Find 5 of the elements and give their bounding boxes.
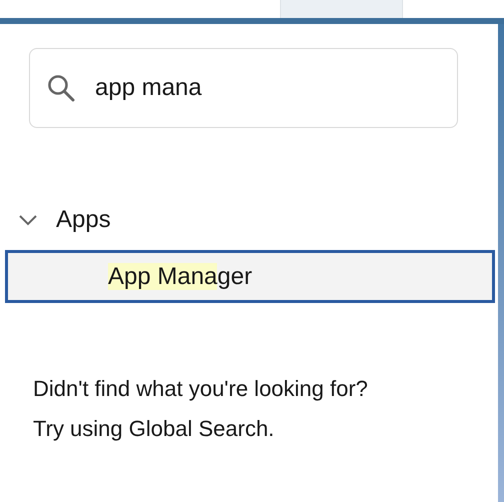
search-field[interactable]: app mana: [29, 48, 458, 128]
chevron-down-icon[interactable]: [18, 214, 38, 226]
result-item[interactable]: App Manager: [5, 250, 495, 303]
group-label: Apps: [56, 206, 111, 234]
no-results-message: Didn't find what you're looking for? Try using Global Search.: [33, 375, 369, 443]
